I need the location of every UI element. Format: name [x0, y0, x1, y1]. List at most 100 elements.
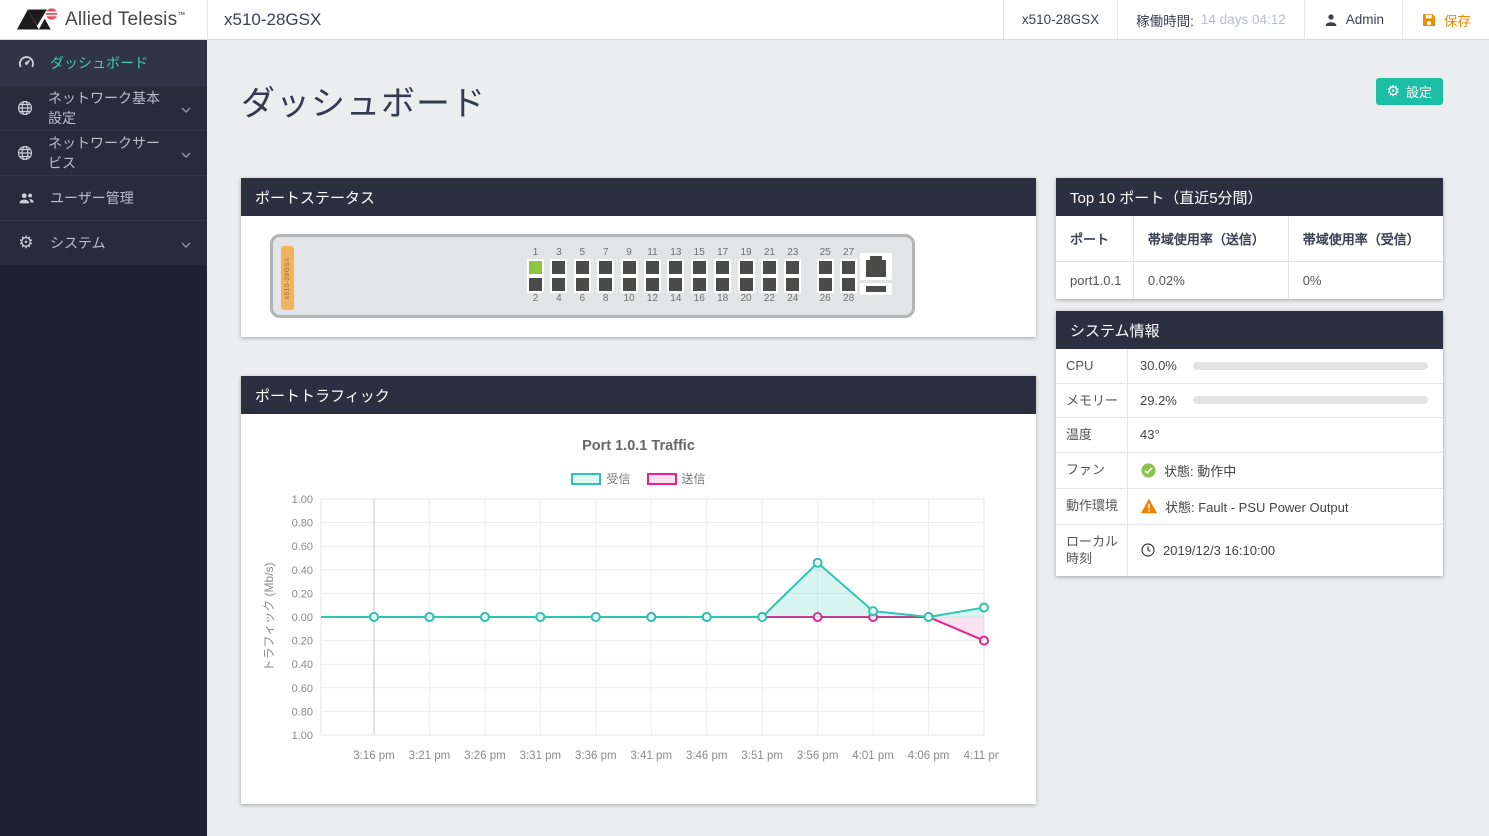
port-number-6: 6 — [580, 293, 586, 305]
svg-text:3:51 pm: 3:51 pm — [741, 750, 783, 762]
chart-legend: 受信送信 — [241, 470, 1036, 487]
admin-menu[interactable]: Admin — [1304, 0, 1402, 39]
port-18[interactable] — [714, 276, 731, 293]
svg-text:0.80: 0.80 — [292, 706, 313, 718]
port-number-11: 11 — [647, 247, 657, 259]
uplink-slot-icon — [860, 253, 892, 300]
port-6[interactable] — [574, 276, 591, 293]
port-22[interactable] — [761, 276, 778, 293]
port-number-28: 28 — [843, 293, 854, 305]
port-17[interactable] — [714, 259, 731, 276]
port-7[interactable] — [597, 259, 614, 276]
status-text: 状態: 動作中 — [1164, 461, 1236, 480]
top10-header: Top 10 ポート（直近5分間） — [1056, 178, 1443, 216]
port-number-27: 27 — [843, 247, 854, 259]
device-name: x510-28GSX — [1003, 0, 1117, 39]
port-21[interactable] — [761, 259, 778, 276]
port-number-13: 13 — [670, 247, 681, 259]
sidebar-item-label: システム — [50, 233, 106, 253]
system-info-row: メモリー29.2% — [1056, 384, 1443, 419]
allied-telesis-logo: Allied Telesis™ — [0, 0, 207, 39]
globe-icon — [16, 144, 34, 162]
gear-icon: ⚙ — [16, 235, 36, 252]
gauge-icon — [16, 53, 36, 72]
port-column: 13 14 — [665, 247, 686, 305]
port-number-8: 8 — [603, 293, 609, 305]
port-number-3: 3 — [556, 247, 562, 259]
port-number-14: 14 — [670, 293, 681, 305]
svg-text:0.20: 0.20 — [292, 588, 313, 600]
port-column: 34 — [548, 247, 569, 305]
top10-column-header: 帯域使用率（受信） — [1288, 216, 1443, 262]
system-info-label: ファン — [1056, 453, 1128, 488]
check-circle-icon — [1140, 462, 1157, 479]
port-3[interactable] — [550, 259, 567, 276]
table-row: port1.0.10.02%0% — [1056, 262, 1443, 300]
port-number-21: 21 — [764, 247, 775, 259]
top10-column-header: ポート — [1056, 216, 1133, 262]
port-12[interactable] — [644, 276, 661, 293]
svg-text:0.40: 0.40 — [292, 659, 313, 671]
port-27[interactable] — [840, 259, 857, 276]
port-26[interactable] — [817, 276, 834, 293]
system-info-panel: システム情報 CPU30.0%メモリー29.2%温度43°ファン状態: 動作中動… — [1056, 311, 1443, 576]
save-button[interactable]: 保存 — [1402, 0, 1489, 39]
port-column: 27 28 — [838, 247, 859, 305]
port-number-20: 20 — [740, 293, 751, 305]
system-info-header: システム情報 — [1056, 311, 1443, 349]
port-column: 1920 — [736, 247, 757, 305]
port-status-panel: ポートステータス x510-28GSX 12345678910111213141… — [241, 178, 1036, 337]
sidebar-item-network-basic[interactable]: ネットワーク基本設定 — [0, 85, 207, 130]
port-25[interactable] — [817, 259, 834, 276]
system-info-row: ファン 状態: 動作中 — [1056, 453, 1443, 489]
legend-item: 受信 — [571, 470, 630, 487]
svg-text:0.40: 0.40 — [292, 565, 313, 577]
sidebar: ダッシュボードネットワーク基本設定ネットワークサービスユーザー管理 ⚙ システム — [0, 40, 207, 836]
system-info-label: メモリー — [1056, 384, 1128, 418]
port-23[interactable] — [784, 259, 801, 276]
port-19[interactable] — [738, 259, 755, 276]
port-number-2: 2 — [533, 293, 539, 305]
port-traffic-panel: ポートトラフィック Port 1.0.1 Traffic 受信送信 1.000.… — [241, 376, 1036, 804]
legend-item: 送信 — [647, 470, 706, 487]
svg-text:0.80: 0.80 — [292, 518, 313, 530]
port-8[interactable] — [597, 276, 614, 293]
sidebar-item-dashboard[interactable]: ダッシュボード — [0, 40, 207, 85]
port-column: 2324 — [782, 247, 803, 305]
sidebar-item-network-services[interactable]: ネットワークサービス — [0, 130, 207, 175]
svg-text:1.00: 1.00 — [292, 494, 313, 506]
port-14[interactable] — [667, 276, 684, 293]
settings-button[interactable]: ⚙ 設定 — [1376, 78, 1443, 105]
progress-bar — [1193, 362, 1428, 370]
metric-value: 43° — [1140, 427, 1160, 442]
sidebar-item-system[interactable]: ⚙ システム — [0, 220, 207, 265]
port-9[interactable] — [621, 259, 638, 276]
port-24[interactable] — [784, 276, 801, 293]
port-15[interactable] — [691, 259, 708, 276]
port-11[interactable] — [644, 259, 661, 276]
warning-icon — [1140, 498, 1158, 514]
port-1[interactable] — [527, 259, 544, 276]
svg-text:3:31 pm: 3:31 pm — [520, 750, 562, 762]
port-number-22: 22 — [764, 293, 775, 305]
chevron-down-icon — [181, 235, 191, 251]
port-5[interactable] — [574, 259, 591, 276]
port-2[interactable] — [527, 276, 544, 293]
port-13[interactable] — [667, 259, 684, 276]
port-20[interactable] — [738, 276, 755, 293]
port-number-26: 26 — [820, 293, 831, 305]
port-10[interactable] — [621, 276, 638, 293]
users-icon — [16, 189, 36, 207]
system-info-row: ローカル時刻2019/12/3 16:10:00 — [1056, 525, 1443, 576]
sidebar-item-label: ネットワーク基本設定 — [48, 88, 167, 128]
port-number-18: 18 — [717, 293, 728, 305]
port-traffic-header: ポートトラフィック — [241, 376, 1036, 414]
gear-icon: ⚙ — [1387, 84, 1400, 99]
port-16[interactable] — [691, 276, 708, 293]
port-column: 1718 — [712, 247, 733, 305]
port-4[interactable] — [550, 276, 567, 293]
sidebar-item-user-management[interactable]: ユーザー管理 — [0, 175, 207, 220]
port-column: 56 — [572, 247, 593, 305]
port-status-header: ポートステータス — [241, 178, 1036, 216]
port-28[interactable] — [840, 276, 857, 293]
